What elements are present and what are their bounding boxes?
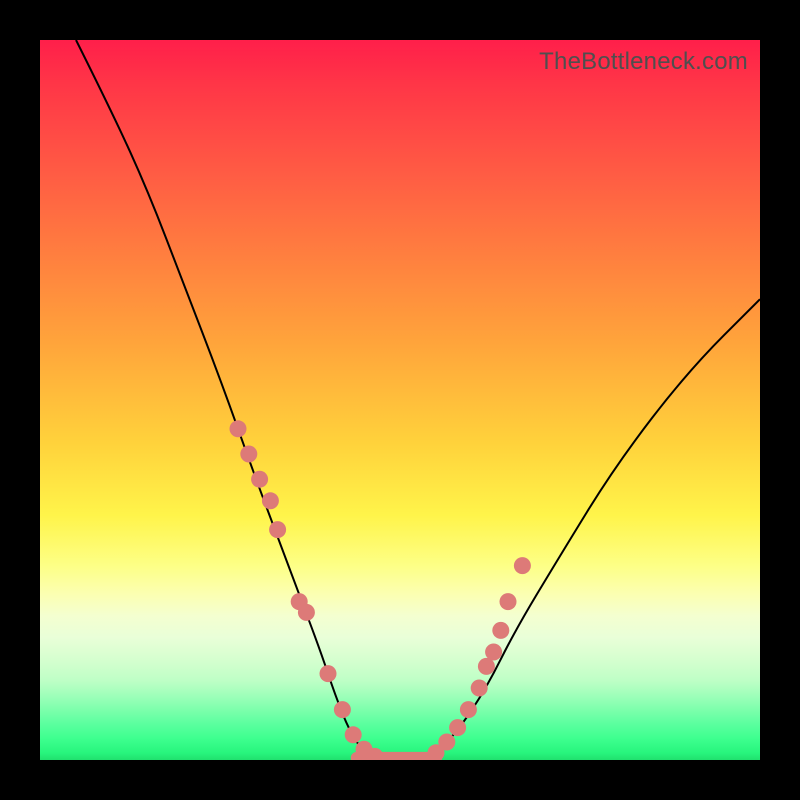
highlight-dot (438, 734, 455, 751)
highlight-dot (269, 521, 286, 538)
highlight-dots (230, 420, 531, 760)
highlight-dot (471, 680, 488, 697)
highlight-dot (485, 644, 502, 661)
highlight-dot (514, 557, 531, 574)
highlight-dot (492, 622, 509, 639)
highlight-dot (262, 492, 279, 509)
highlight-dot (460, 701, 477, 718)
highlight-dot (334, 701, 351, 718)
highlight-dot (320, 665, 337, 682)
highlight-dot (298, 604, 315, 621)
curve-svg (40, 40, 760, 760)
highlight-dot (478, 658, 495, 675)
highlight-dot (251, 471, 268, 488)
highlight-dot (449, 719, 466, 736)
bottleneck-curve (76, 40, 760, 760)
chart-frame: TheBottleneck.com (0, 0, 800, 800)
highlight-dot (500, 593, 517, 610)
highlight-dot (240, 446, 257, 463)
highlight-dot (230, 420, 247, 437)
plot-area: TheBottleneck.com (40, 40, 760, 760)
highlight-dot (345, 726, 362, 743)
